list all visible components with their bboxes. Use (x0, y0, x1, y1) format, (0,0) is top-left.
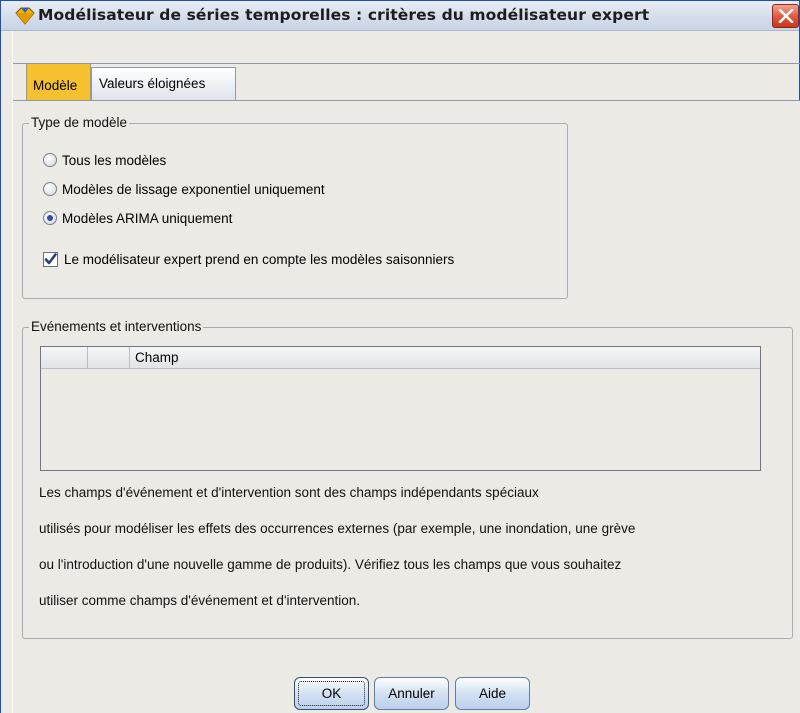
table-header-col-2[interactable] (88, 347, 130, 368)
checkbox-label: Le modélisateur expert prend en compte l… (64, 251, 455, 267)
app-diamond-icon (15, 7, 35, 25)
checkbox[interactable] (43, 251, 58, 267)
close-icon (778, 9, 794, 23)
radio-label: Modèles de lissage exponentiel uniquemen… (62, 181, 325, 197)
fields-table[interactable]: Champ (40, 346, 761, 471)
description-line-2: utilisés pour modéliser les effets des o… (39, 521, 636, 536)
radio-button[interactable] (43, 153, 57, 167)
events-legend: Evénements et interventions (29, 319, 204, 334)
table-header-field[interactable]: Champ (130, 347, 760, 368)
close-button[interactable] (772, 4, 799, 28)
description-line-1: Les champs d'événement et d'intervention… (39, 485, 539, 500)
left-border (1, 31, 13, 713)
radio-all-models[interactable]: Tous les modèles (43, 150, 166, 170)
description-line-3: ou l'introduction d'une nouvelle gamme d… (39, 557, 622, 572)
model-type-legend: Type de modèle (29, 115, 130, 130)
tab-outliers[interactable]: Valeurs éloignées (91, 67, 236, 100)
radio-exponential-smoothing[interactable]: Modèles de lissage exponentiel uniquemen… (43, 179, 325, 199)
table-header-col-1[interactable] (41, 347, 88, 368)
window-title: Modélisateur de séries temporelles : cri… (38, 6, 650, 24)
tab-panel: Type de modèle Tous les modèles Modèles … (13, 100, 800, 713)
cancel-button[interactable]: Annuler (374, 677, 449, 710)
radio-arima[interactable]: Modèles ARIMA uniquement (43, 208, 232, 228)
radio-label: Modèles ARIMA uniquement (62, 210, 233, 226)
seasonal-models-checkbox[interactable]: Le modélisateur expert prend en compte l… (43, 249, 454, 269)
ok-button[interactable]: OK (294, 677, 369, 710)
table-header: Champ (41, 347, 760, 369)
dialog-window: Modélisateur de séries temporelles : cri… (0, 0, 800, 713)
focus-rectangle (298, 681, 365, 706)
description-line-4: utiliser comme champs d'événement et d'i… (39, 593, 361, 608)
help-button[interactable]: Aide (455, 677, 530, 710)
model-type-group: Type de modèle Tous les modèles Modèles … (22, 115, 568, 299)
checkmark-icon (44, 252, 57, 264)
tab-model[interactable]: Modèle (26, 63, 91, 100)
title-bar[interactable]: Modélisateur de séries temporelles : cri… (1, 1, 799, 31)
radio-button-selected[interactable] (43, 211, 57, 225)
tab-strip-line (13, 63, 800, 64)
radio-button[interactable] (43, 182, 57, 196)
radio-label: Tous les modèles (62, 152, 167, 168)
